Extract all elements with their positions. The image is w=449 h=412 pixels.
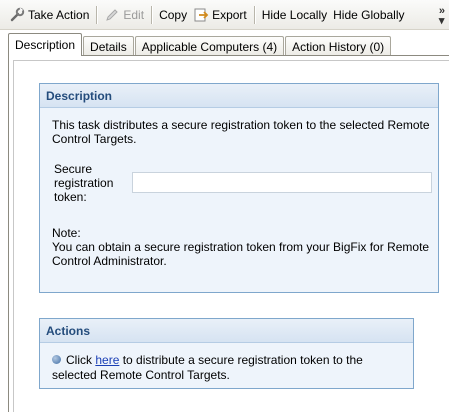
note-label: Note:	[52, 226, 81, 240]
hide-locally-label: Hide Locally	[261, 7, 328, 22]
export-label: Export	[212, 7, 247, 22]
tab-strip: Description Details Applicable Computers…	[8, 33, 392, 56]
actions-section: Actions Click here to distribute a secur…	[39, 318, 414, 389]
note-text: You can obtain a secure registration tok…	[52, 240, 430, 268]
tab-label: Action History (0)	[292, 39, 385, 54]
action-link[interactable]: here	[95, 353, 119, 367]
export-icon	[193, 7, 209, 23]
bullet-icon	[52, 355, 61, 364]
tab-label: Description	[15, 38, 76, 52]
export-button[interactable]: Export	[190, 4, 250, 26]
section-heading: Actions	[40, 319, 413, 343]
take-action-label: Take Action	[28, 7, 90, 22]
tab-description[interactable]: Description	[8, 33, 83, 56]
hide-locally-button[interactable]: Hide Locally	[259, 4, 330, 26]
wrench-icon	[9, 7, 25, 23]
toolbar: Take Action Edit Copy Export Hide Locall…	[0, 0, 449, 30]
action-prefix: Click	[66, 353, 92, 367]
edit-button[interactable]: Edit	[101, 4, 147, 26]
description-text: This task distributes a secure registrat…	[52, 118, 430, 146]
copy-button[interactable]: Copy	[156, 4, 190, 26]
tab-label: Applicable Computers (4)	[141, 39, 278, 54]
secure-registration-token-input[interactable]	[132, 172, 432, 193]
hide-globally-label: Hide Globally	[333, 7, 405, 22]
chevron-double-right-icon[interactable]: » ▾	[439, 6, 445, 27]
tab-applicable-computers[interactable]: Applicable Computers (4)	[134, 36, 285, 56]
section-heading: Description	[40, 84, 438, 108]
copy-label: Copy	[159, 7, 188, 22]
tab-label: Details	[90, 39, 127, 54]
edit-label: Edit	[123, 7, 145, 22]
toolbar-separator	[151, 5, 153, 24]
action-item: Click here to distribute a secure regist…	[52, 353, 407, 383]
description-section: Description This task distributes a secu…	[39, 83, 439, 293]
tab-details[interactable]: Details	[83, 36, 134, 56]
toolbar-separator	[96, 5, 98, 24]
tab-action-history[interactable]: Action History (0)	[285, 36, 392, 56]
take-action-button[interactable]: Take Action	[6, 4, 92, 26]
pencil-icon	[104, 7, 120, 23]
hide-globally-button[interactable]: Hide Globally	[330, 4, 407, 26]
field-label: Secure registration token:	[54, 162, 114, 204]
toolbar-separator	[253, 5, 255, 24]
note: Note: You can obtain a secure registrati…	[52, 226, 432, 268]
